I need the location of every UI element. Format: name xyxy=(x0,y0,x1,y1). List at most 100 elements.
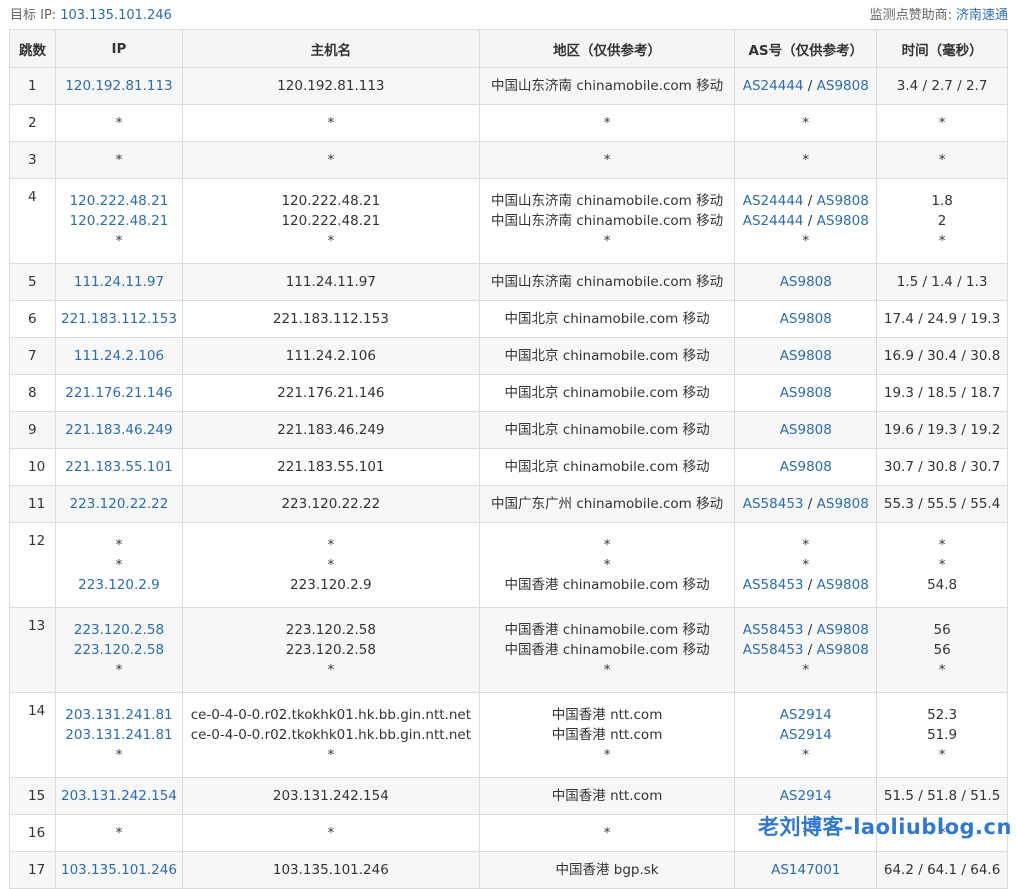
as-link[interactable]: AS9808 xyxy=(817,193,869,209)
as-link[interactable]: AS9808 xyxy=(780,348,832,364)
region-line: 中国香港 ntt.com xyxy=(484,786,731,806)
time-cell: * * 54.8 xyxy=(876,522,1008,608)
as-link[interactable]: AS9808 xyxy=(780,311,832,327)
ip-line: 221.183.112.153 xyxy=(60,309,178,329)
as-separator: / xyxy=(803,193,817,209)
ip-link[interactable]: 223.120.2.58 xyxy=(74,642,164,658)
time-line: * xyxy=(881,150,1003,170)
sponsor-line: 监测点赞助商: 济南速通 xyxy=(870,4,1008,23)
region-line: 中国北京 chinamobile.com 移动 xyxy=(484,309,731,329)
as-cell: AS24444 / AS9808 AS24444 / AS9808 * xyxy=(734,178,878,264)
ip-link[interactable]: 111.24.2.106 xyxy=(74,348,164,364)
watermark-text: 老刘博客-laoliublog.cn xyxy=(758,815,1012,839)
as-link[interactable]: AS9808 xyxy=(817,213,869,229)
target-ip-link[interactable]: 103.135.101.246 xyxy=(60,8,172,23)
as-link[interactable]: AS58453 xyxy=(743,577,804,593)
ip-link[interactable]: 203.131.241.81 xyxy=(65,707,172,723)
ip-link[interactable]: 221.183.46.249 xyxy=(65,422,172,438)
time-text: 19.6 / 19.3 / 19.2 xyxy=(883,422,1001,438)
as-link[interactable]: AS24444 xyxy=(743,78,804,94)
ip-link[interactable]: 221.176.21.146 xyxy=(65,385,172,401)
as-link[interactable]: AS9808 xyxy=(817,78,869,94)
as-link[interactable]: AS9808 xyxy=(780,385,832,401)
ip-link[interactable]: 111.24.11.97 xyxy=(74,274,164,290)
region-line: 中国北京 chinamobile.com 移动 xyxy=(484,383,731,403)
region-cell: 中国北京 chinamobile.com 移动 xyxy=(478,300,736,338)
as-link[interactable]: AS147001 xyxy=(771,862,840,878)
ip-line: 223.120.2.58 xyxy=(60,640,178,660)
time-line: 1.5 / 1.4 / 1.3 xyxy=(881,272,1003,292)
region-text: 中国北京 chinamobile.com 移动 xyxy=(504,459,710,475)
target-ip-label: 目标 IP: xyxy=(10,8,57,23)
as-link[interactable]: AS9808 xyxy=(817,622,869,638)
as-link[interactable]: AS58453 xyxy=(743,496,804,512)
as-line: * xyxy=(739,150,872,170)
hostname-line: 221.183.46.249 xyxy=(187,420,475,440)
ip-link[interactable]: 120.192.81.113 xyxy=(65,78,172,94)
region-cell: 中国山东济南 chinamobile.com 移动 中国山东济南 chinamob… xyxy=(478,178,736,264)
as-link[interactable]: AS9808 xyxy=(780,274,832,290)
hop-number-cell: 3 xyxy=(9,141,56,179)
hostname-line: 111.24.2.106 xyxy=(187,346,475,366)
ip-link[interactable]: 223.120.2.58 xyxy=(74,622,164,638)
sponsor-link[interactable]: 济南速通 xyxy=(956,8,1008,23)
as-line: AS147001 xyxy=(739,860,872,880)
ip-link[interactable]: 120.222.48.21 xyxy=(70,213,169,229)
ip-cell: * xyxy=(54,141,183,179)
hop-number-cell: 8 xyxy=(9,374,56,412)
as-line: * xyxy=(739,555,872,575)
ip-link[interactable]: 223.120.22.22 xyxy=(70,496,169,512)
as-link[interactable]: AS2914 xyxy=(780,707,832,723)
as-link[interactable]: AS58453 xyxy=(743,642,804,658)
region-line: * xyxy=(484,150,731,170)
as-link[interactable]: AS24444 xyxy=(743,193,804,209)
as-line: * xyxy=(739,231,872,251)
as-link[interactable]: AS2914 xyxy=(780,788,832,804)
as-link[interactable]: AS2914 xyxy=(780,727,832,743)
ip-cell: * * 223.120.2.9 xyxy=(54,522,183,608)
ip-cell: 103.135.101.246 xyxy=(54,851,183,889)
as-link[interactable]: AS58453 xyxy=(743,622,804,638)
ip-link[interactable]: 221.183.55.101 xyxy=(65,459,172,475)
region-text: 中国广东广州 chinamobile.com 移动 xyxy=(491,496,724,512)
col-header-as: AS号（仅供参考） xyxy=(734,29,878,68)
as-link[interactable]: AS9808 xyxy=(817,496,869,512)
hostname-line: 120.222.48.21 xyxy=(187,191,475,211)
hop-number-cell: 9 xyxy=(9,411,56,449)
hop-number-cell: 4 xyxy=(9,178,56,264)
table-row: 4 120.222.48.21 120.222.48.21 * 120.222.48.2… xyxy=(9,178,1008,264)
region-text: 中国北京 chinamobile.com 移动 xyxy=(504,311,710,327)
ip-link[interactable]: 221.183.112.153 xyxy=(61,311,177,327)
time-text: * xyxy=(938,233,946,249)
ip-line: 203.131.242.154 xyxy=(60,786,178,806)
ip-link[interactable]: 223.120.2.9 xyxy=(78,577,160,593)
ip-link[interactable]: 120.222.48.21 xyxy=(70,193,169,209)
traceroute-table: 跳数 IP 主机名 地区（仅供参考） AS号（仅供参考） 时间（毫秒） 1 120… xyxy=(9,29,1008,889)
region-line: 中国香港 chinamobile.com 移动 xyxy=(484,575,731,595)
hostname-line: * xyxy=(187,660,475,680)
as-link[interactable]: AS9808 xyxy=(780,422,832,438)
ip-link[interactable]: 203.131.242.154 xyxy=(61,788,177,804)
ip-line: * xyxy=(60,150,178,170)
as-link[interactable]: AS24444 xyxy=(743,213,804,229)
ip-line: * xyxy=(60,231,178,251)
as-link[interactable]: AS9808 xyxy=(817,577,869,593)
hostname-line: 221.176.21.146 xyxy=(187,383,475,403)
hostname-text: * xyxy=(327,747,335,763)
time-line: 19.3 / 18.5 / 18.7 xyxy=(881,383,1003,403)
as-link[interactable]: AS9808 xyxy=(780,459,832,475)
hostname-text: * xyxy=(327,825,335,841)
as-link[interactable]: AS9808 xyxy=(817,642,869,658)
time-line: * xyxy=(881,555,1003,575)
ip-cell: 221.183.112.153 xyxy=(54,300,183,338)
time-text: 2 xyxy=(937,213,947,229)
ip-link[interactable]: 203.131.241.81 xyxy=(65,727,172,743)
ip-link[interactable]: 103.135.101.246 xyxy=(61,862,177,878)
as-separator: / xyxy=(803,577,817,593)
hop-number-cell: 17 xyxy=(9,851,56,889)
region-line: * xyxy=(484,113,731,133)
region-text: 中国香港 ntt.com xyxy=(551,707,663,723)
hostname-cell: * xyxy=(181,141,480,179)
ip-text: * xyxy=(115,115,123,131)
hop-number-cell: 2 xyxy=(9,104,56,142)
